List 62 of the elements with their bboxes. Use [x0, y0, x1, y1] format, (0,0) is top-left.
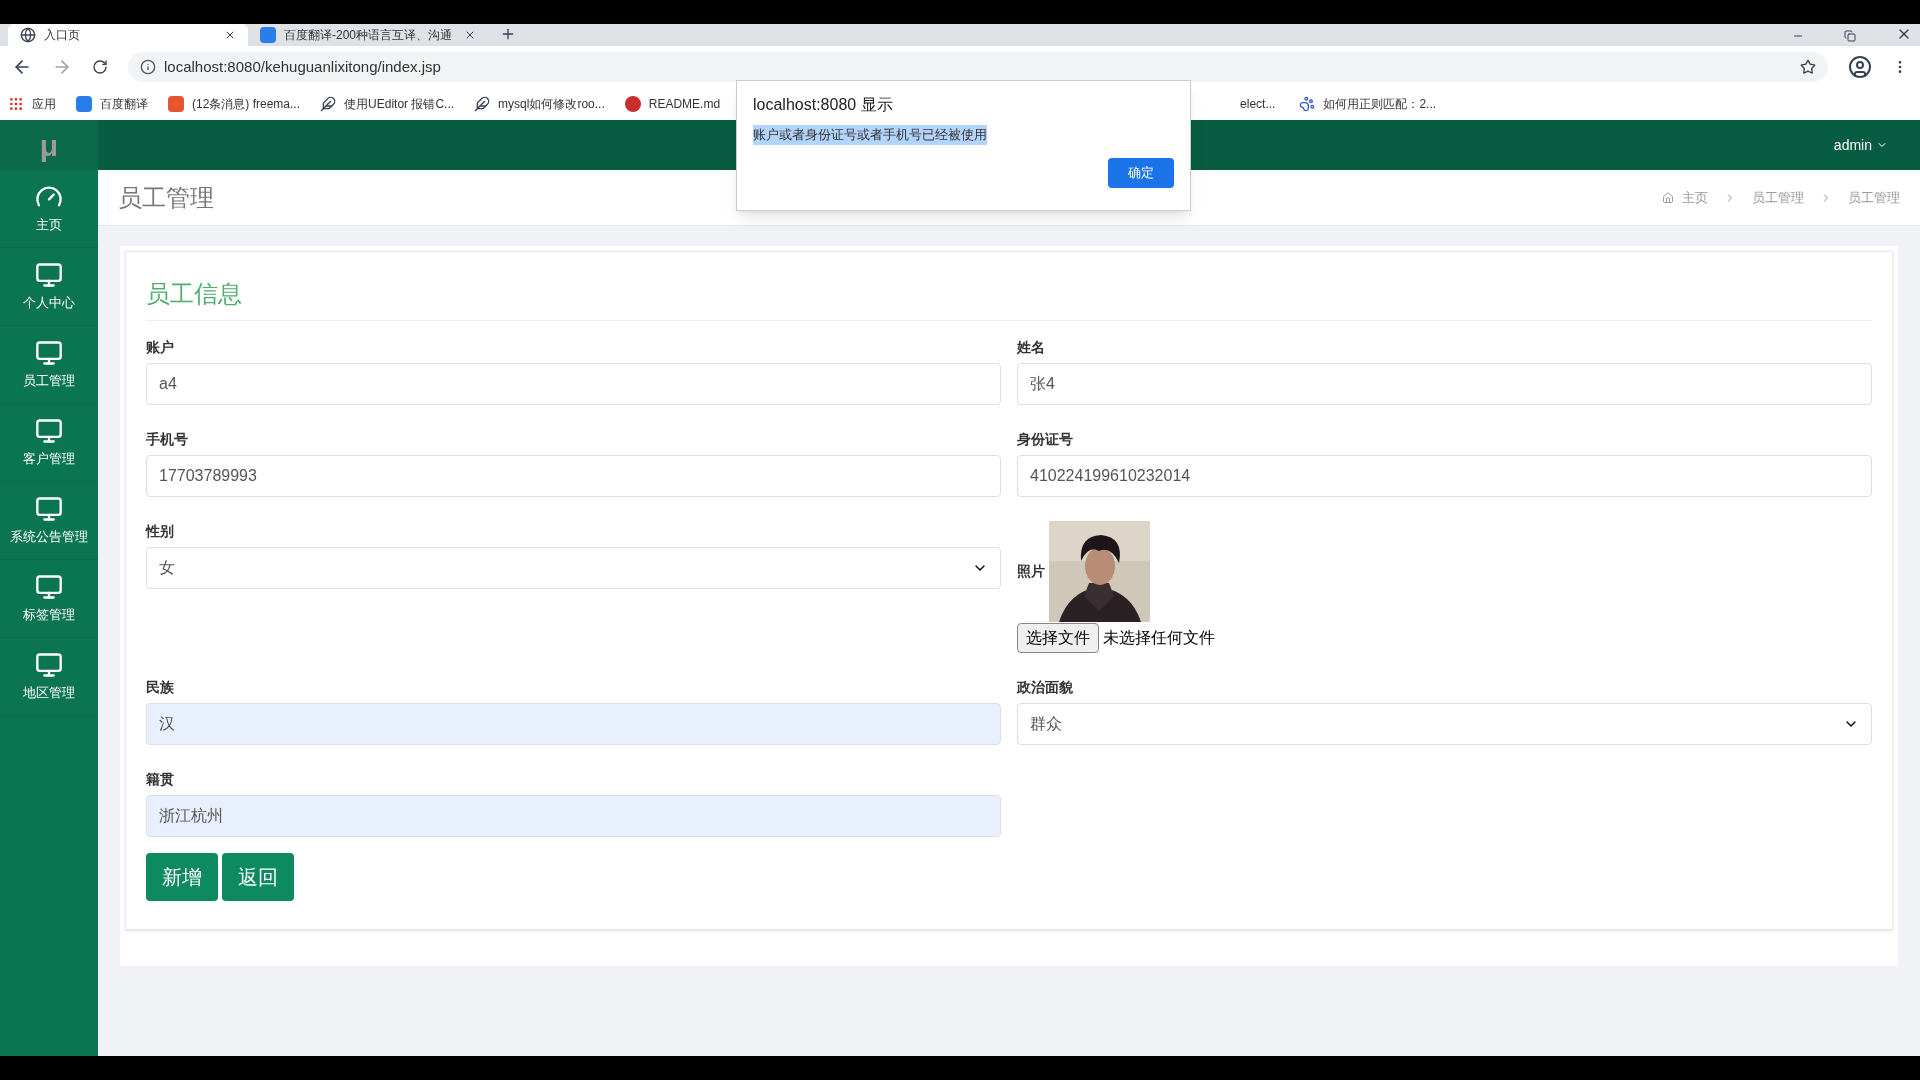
user-menu[interactable]: admin — [1833, 134, 1888, 156]
monitor-icon — [35, 416, 63, 445]
bookmark-link[interactable]: mysql如何修改roo... — [498, 95, 605, 113]
input-field[interactable]: 汉 — [146, 703, 1001, 745]
info-icon — [140, 59, 156, 75]
form-button[interactable]: 返回 — [222, 853, 294, 901]
input-field[interactable]: 浙江杭州 — [146, 795, 1001, 837]
field-label: 政治面貌 — [1017, 678, 1074, 697]
form-button[interactable]: 新增 — [146, 853, 218, 901]
monitor-icon — [35, 260, 63, 289]
globe-icon — [20, 27, 36, 43]
file-status-text: 未选择任何文件 — [1103, 628, 1215, 648]
choose-file-button[interactable]: 选择文件 — [1017, 623, 1099, 653]
bookmark-link[interactable]: 使用UEditor 报错C... — [344, 95, 455, 113]
dialog-title: localhost:8080 显示 — [753, 95, 894, 115]
bookmark-link[interactable]: 应用 — [32, 95, 56, 113]
input-field[interactable]: a4 — [146, 363, 1001, 405]
bookmark-link[interactable]: 百度翻译 — [100, 95, 148, 113]
profile-icon[interactable] — [1848, 55, 1872, 79]
restore-icon[interactable] — [1844, 30, 1856, 42]
paw-icon — [1299, 96, 1316, 112]
new-tab-icon[interactable] — [500, 26, 516, 42]
close-icon[interactable] — [464, 29, 476, 41]
input-field[interactable]: 17703789993 — [146, 455, 1001, 497]
reload-icon[interactable] — [92, 59, 108, 75]
feather-icon — [320, 96, 337, 112]
bookmark-link[interactable]: 如何用正则匹配：2... — [1323, 95, 1437, 113]
bookmark-link[interactable]: elect... — [1240, 95, 1276, 113]
logo: μ — [39, 127, 59, 164]
select-field[interactable]: 女 — [146, 547, 1001, 589]
field-label: 账户 — [146, 338, 175, 357]
monitor-icon — [35, 572, 63, 601]
field-label: 民族 — [146, 678, 175, 697]
select-field[interactable]: 群众 — [1017, 703, 1872, 745]
dialog-message: 账户或者身份证号或者手机号已经被使用 — [753, 125, 987, 145]
input-field[interactable]: 张4 — [1017, 363, 1872, 405]
browser-tab[interactable]: 入口页 — [8, 24, 248, 46]
monitor-icon — [35, 650, 63, 679]
c-logo-icon — [168, 96, 184, 112]
translate-icon — [260, 27, 276, 43]
bookmark-link[interactable]: (12条消息) freema... — [192, 95, 301, 113]
field-label: 照片 — [1017, 562, 1045, 581]
field-label: 性别 — [146, 522, 175, 541]
monitor-icon — [35, 338, 63, 367]
ok-button[interactable]: 确定 — [1108, 158, 1174, 188]
field-label: 手机号 — [146, 430, 189, 449]
field-label: 姓名 — [1017, 338, 1046, 357]
translate-icon — [76, 96, 92, 112]
field-label: 身份证号 — [1017, 430, 1074, 449]
field-label: 籍贯 — [146, 770, 175, 789]
feather-icon — [474, 96, 491, 112]
address-bar[interactable]: localhost:8080/kehuguanlixitong/index.jsp — [128, 52, 1828, 82]
home-icon — [1662, 191, 1674, 204]
bookmark-link[interactable]: README.md — [648, 95, 721, 113]
monitor-icon — [35, 494, 63, 523]
close-icon[interactable] — [224, 29, 236, 41]
input-field[interactable]: 410224199610232014 — [1017, 455, 1872, 497]
card-title: 员工信息 — [146, 280, 242, 307]
page-title: 员工管理 — [118, 182, 214, 213]
g-logo-icon — [624, 96, 641, 112]
bookmark-star-icon[interactable] — [1800, 59, 1816, 75]
apps-icon — [8, 96, 24, 112]
